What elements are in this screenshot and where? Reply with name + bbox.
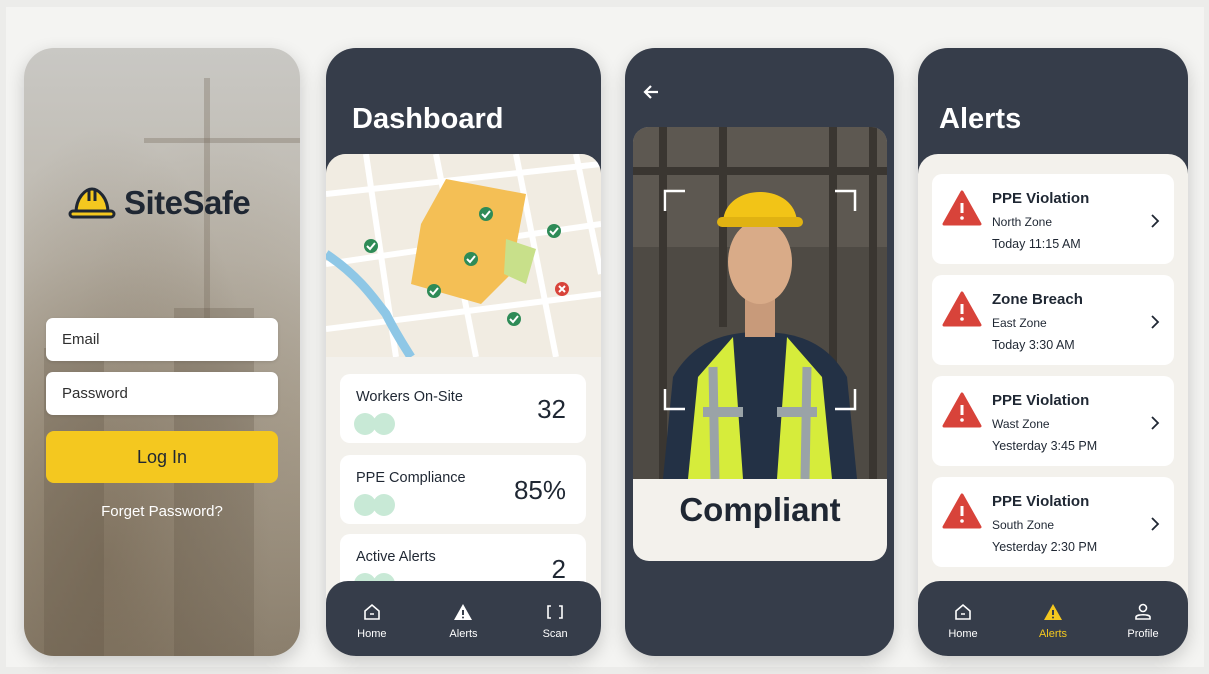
tab-alerts[interactable]: Alerts (433, 602, 493, 640)
worker-photo (633, 127, 887, 479)
email-field[interactable]: Email (46, 318, 278, 361)
stat-label: Active Alerts (356, 549, 436, 565)
stat-card-workers[interactable]: Workers On-Site 32 (340, 374, 586, 443)
tab-label: Alerts (449, 627, 478, 640)
warning-icon (942, 392, 982, 428)
avatar-group (354, 413, 395, 435)
chevron-right-icon (1151, 315, 1160, 329)
back-arrow-icon[interactable] (642, 82, 662, 102)
stat-value: 32 (537, 394, 566, 424)
tab-profile[interactable]: Profile (1113, 602, 1173, 640)
canvas: SiteSafe Email Password Log In Forget Pa… (6, 7, 1204, 667)
alert-item[interactable]: PPE Violation Wast Zone Yesterday 3:45 P… (932, 376, 1174, 466)
login-button[interactable]: Log In (46, 431, 278, 483)
hard-hat-icon (68, 187, 116, 219)
tab-label: Home (948, 627, 978, 640)
tab-label: Alerts (1038, 627, 1068, 640)
warning-icon (942, 291, 982, 327)
alert-item[interactable]: PPE Violation North Zone Today 11:15 AM (932, 174, 1174, 264)
bottom-tab-bar: Home Alerts Profile (918, 581, 1188, 656)
alert-zone: East Zone (992, 316, 1047, 330)
tab-home[interactable]: Home (933, 602, 993, 640)
tab-alerts[interactable]: Alerts (1023, 602, 1083, 640)
alert-time: Today 11:15 AM (992, 237, 1081, 251)
alert-title: PPE Violation (992, 493, 1090, 510)
chevron-right-icon (1151, 214, 1160, 228)
avatar-group (354, 494, 395, 516)
alert-time: Yesterday 3:45 PM (992, 439, 1098, 453)
dashboard-screen: Dashboard Workers On-Site 32 PPE Complia… (326, 48, 601, 656)
tab-scan[interactable]: Scan (525, 602, 585, 640)
home-icon (955, 603, 971, 620)
alerts-screen: Alerts PPE Violation North Zone Today 11… (918, 48, 1188, 656)
alert-title: Zone Breach (992, 291, 1083, 308)
stat-value: 85% (513, 475, 566, 505)
background-crane-arm (144, 138, 300, 143)
alert-item[interactable]: PPE Violation South Zone Yesterday 2:30 … (932, 477, 1174, 567)
chevron-right-icon (1151, 416, 1160, 430)
page-title: Dashboard (352, 103, 504, 135)
stat-label: Workers On-Site (356, 389, 463, 405)
tab-label: Home (357, 627, 387, 640)
tab-label: Profile (1127, 627, 1159, 640)
login-screen: SiteSafe Email Password Log In Forget Pa… (24, 48, 300, 656)
app-name: SiteSafe (124, 184, 251, 221)
tab-label: Scan (542, 627, 568, 640)
warning-icon (942, 190, 982, 226)
warning-icon (1044, 603, 1062, 620)
forgot-password-link[interactable]: Forget Password? (24, 503, 300, 520)
alert-zone: North Zone (992, 215, 1053, 229)
tab-home[interactable]: Home (342, 602, 402, 640)
page-title: Alerts (939, 103, 1022, 135)
bottom-tab-bar: Home Alerts Scan (326, 581, 601, 656)
alert-zone: Wast Zone (992, 417, 1050, 431)
compliance-status: Compliant (679, 491, 841, 528)
warning-icon (942, 493, 982, 529)
alert-item[interactable]: Zone Breach East Zone Today 3:30 AM (932, 275, 1174, 365)
site-map[interactable] (326, 154, 601, 357)
password-field[interactable]: Password (46, 372, 278, 415)
alert-title: PPE Violation (992, 190, 1090, 207)
profile-icon (1135, 603, 1151, 620)
chevron-right-icon (1151, 517, 1160, 531)
alert-zone: South Zone (992, 518, 1055, 532)
scan-result-card: Compliant (633, 127, 887, 561)
stat-label: PPE Compliance (356, 470, 466, 486)
scan-icon (547, 604, 563, 619)
app-logo: SiteSafe (68, 184, 251, 222)
alert-time: Yesterday 2:30 PM (992, 540, 1098, 554)
alert-time: Today 3:30 AM (992, 338, 1075, 352)
scan-screen: Compliant (625, 48, 894, 656)
warning-icon (454, 603, 473, 620)
stat-card-compliance[interactable]: PPE Compliance 85% (340, 455, 586, 524)
home-icon (364, 603, 380, 620)
alert-title: PPE Violation (992, 392, 1090, 409)
